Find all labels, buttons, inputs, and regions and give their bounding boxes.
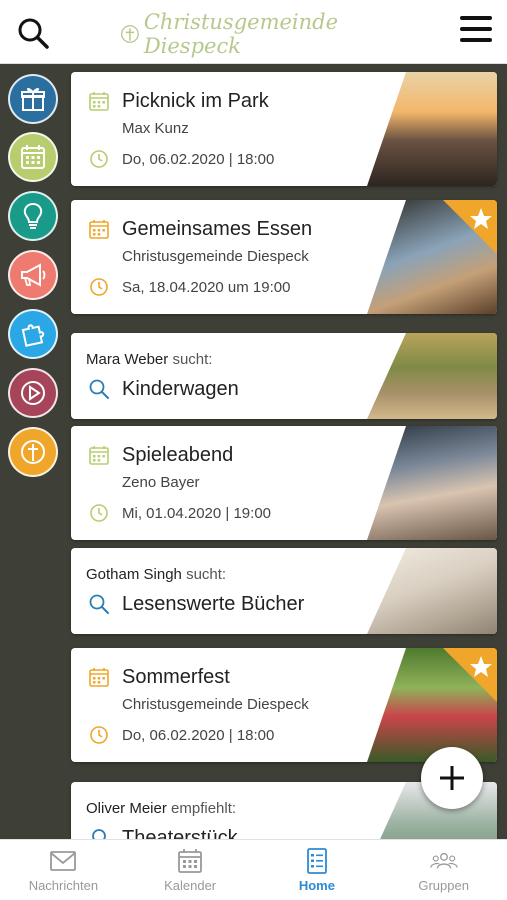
request-author: Gotham Singh sucht:	[86, 566, 226, 583]
event-title: Gemeinsames Essen	[122, 218, 313, 240]
event-title: Picknick im Park	[122, 90, 269, 112]
event-image	[367, 72, 497, 186]
plus-icon	[440, 766, 464, 790]
bottom-navigation: Nachrichten Kalender Home Gruppen	[0, 839, 507, 900]
clock-icon	[90, 278, 108, 296]
search-icon	[89, 594, 109, 614]
add-button[interactable]	[421, 747, 483, 809]
author-name: Mara Weber	[86, 351, 169, 368]
event-date: Do, 06.02.2020 | 18:00	[122, 727, 275, 744]
tab-label: Gruppen	[418, 878, 469, 893]
feed-list: Picknick im Park Max Kunz Do, 06.02.2020…	[66, 64, 507, 839]
request-verb: empfiehlt:	[171, 800, 237, 817]
app-logo: Christusgemeinde Diespeck	[120, 10, 390, 58]
category-gift[interactable]	[8, 74, 58, 124]
church-cross-icon	[21, 440, 45, 464]
megaphone-icon	[21, 263, 46, 287]
gift-icon	[21, 88, 45, 111]
clock-icon	[90, 726, 108, 744]
tab-label: Kalender	[164, 878, 217, 893]
event-image	[367, 426, 497, 540]
category-church[interactable]	[8, 427, 58, 477]
featured-star-icon	[443, 200, 497, 254]
tab-label: Home	[298, 878, 335, 893]
puzzle-icon	[21, 324, 45, 347]
request-verb: sucht:	[186, 566, 227, 583]
app-header: Christusgemeinde Diespeck	[0, 0, 507, 64]
tab-home[interactable]: Home	[254, 840, 381, 900]
tab-gruppen[interactable]: Gruppen	[380, 840, 507, 900]
featured-star-icon	[443, 648, 497, 702]
lightbulb-icon	[23, 202, 43, 229]
hamburger-menu-icon[interactable]	[460, 16, 492, 42]
author-name: Gotham Singh	[86, 566, 182, 583]
event-title: Sommerfest	[122, 666, 230, 688]
event-title: Spieleabend	[122, 444, 234, 466]
calendar-icon	[89, 446, 109, 465]
event-date: Mi, 01.04.2020 | 19:00	[122, 505, 272, 522]
search-icon	[89, 379, 109, 399]
request-image	[367, 548, 497, 634]
category-calendar[interactable]	[8, 132, 58, 182]
tab-kalender[interactable]: Kalender	[127, 840, 254, 900]
request-author: Oliver Meier empfiehlt:	[86, 800, 236, 817]
tab-label: Nachrichten	[28, 878, 99, 893]
request-card[interactable]: Mara Weber sucht: Kinderwagen	[71, 333, 497, 419]
event-organizer: Max Kunz	[122, 120, 189, 137]
category-media[interactable]	[8, 368, 58, 418]
calendar-icon	[178, 849, 203, 873]
play-icon	[21, 381, 45, 405]
church-cross-icon	[120, 25, 139, 43]
clock-icon	[90, 150, 108, 168]
category-announcements[interactable]	[8, 250, 58, 300]
request-title: Kinderwagen	[122, 378, 239, 400]
event-card[interactable]: Spieleabend Zeno Bayer Mi, 01.04.2020 | …	[71, 426, 497, 540]
event-card[interactable]: Gemeinsames Essen Christusgemeinde Diesp…	[71, 200, 497, 314]
recommendation-title: Theaterstück	[122, 827, 238, 839]
mail-icon	[50, 851, 77, 871]
bulb-icon	[92, 829, 106, 839]
category-ideas[interactable]	[8, 191, 58, 241]
event-date: Do, 06.02.2020 | 18:00	[122, 151, 275, 168]
tab-nachrichten[interactable]: Nachrichten	[0, 840, 127, 900]
calendar-icon	[89, 92, 109, 111]
request-verb: sucht:	[172, 351, 213, 368]
event-card[interactable]: Sommerfest Christusgemeinde Diespeck Do,…	[71, 648, 497, 762]
calendar-icon	[89, 220, 109, 239]
search-icon[interactable]	[16, 16, 50, 50]
event-card[interactable]: Picknick im Park Max Kunz Do, 06.02.2020…	[71, 72, 497, 186]
clock-icon	[90, 504, 108, 522]
group-icon	[429, 852, 458, 869]
calendar-icon	[89, 668, 109, 687]
event-organizer: Christusgemeinde Diespeck	[122, 248, 309, 265]
request-author: Mara Weber sucht:	[86, 351, 212, 368]
calendar-icon	[21, 145, 45, 169]
event-date: Sa, 18.04.2020 um 19:00	[122, 279, 291, 296]
category-sidebar	[0, 64, 66, 839]
request-title: Lesenswerte Bücher	[122, 593, 305, 615]
request-image	[367, 333, 497, 419]
request-card[interactable]: Gotham Singh sucht: Lesenswerte Bücher	[71, 548, 497, 634]
event-organizer: Zeno Bayer	[122, 474, 200, 491]
event-organizer: Christusgemeinde Diespeck	[122, 696, 309, 713]
logo-text: Christusgemeinde Diespeck	[143, 10, 339, 58]
author-name: Oliver Meier	[86, 800, 167, 817]
category-help[interactable]	[8, 309, 58, 359]
list-icon	[306, 848, 327, 874]
